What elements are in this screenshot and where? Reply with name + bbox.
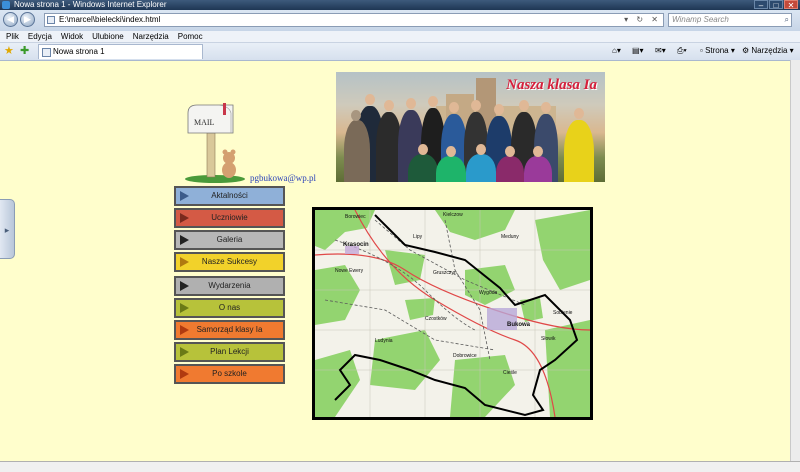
feeds-icon[interactable]: ▤▾ (632, 45, 644, 57)
tab-page-icon (42, 48, 51, 57)
svg-text:MAIL: MAIL (194, 118, 215, 127)
title-bar: Nowa strona 1 - Windows Internet Explore… (0, 0, 800, 10)
arrow-icon (180, 325, 189, 335)
status-bar (0, 461, 800, 472)
map-label: Gruszczyn (433, 270, 457, 276)
map-label: Cieśle (503, 370, 517, 376)
tab-label: Nowa strona 1 (53, 47, 105, 56)
close-button[interactable]: ✕ (784, 0, 798, 10)
window-controls: – □ ✕ (754, 0, 798, 10)
arrow-icon (180, 347, 189, 357)
page-menu-button[interactable]: ▫ Strona ▾ (700, 45, 735, 57)
tab-bar: ★ ✚ Nowa strona 1 ⌂▾ ▤▾ ✉▾ ⎙▾ ▫ Strona ▾… (0, 43, 800, 61)
map-label: Czostków (425, 316, 447, 322)
add-favorite-icon[interactable]: ✚ (20, 45, 29, 57)
menu-bar: Plik Edycja Widok Ulubione Narzędzia Pom… (0, 31, 800, 43)
tab-current[interactable]: Nowa strona 1 (38, 44, 203, 59)
search-icon[interactable]: ⌕ (785, 14, 789, 26)
mail-icon[interactable]: ✉▾ (655, 45, 666, 57)
arrow-icon (180, 303, 189, 313)
area-map: Borowiec Kielczow Meduny Krasocin Lipy N… (312, 207, 593, 420)
map-label: Ludynia (375, 338, 393, 344)
nav-menu: Aktalności Uczniowie Galeria Nasze Sukce… (174, 186, 285, 386)
menu-button-uczniowie[interactable]: Uczniowie (174, 208, 285, 228)
arrow-icon (180, 191, 189, 201)
menu-button-o-nas[interactable]: O nas (174, 298, 285, 318)
address-toolbar: ◀ ▶ E:\marcel\bielecki\index.html ▾ ↻ ✕ … (0, 10, 800, 31)
arrow-icon (180, 369, 189, 379)
menu-button-plan-lekcji[interactable]: Plan Lekcji (174, 342, 285, 362)
arrow-icon (180, 257, 189, 267)
address-url: E:\marcel\bielecki\index.html (59, 15, 161, 24)
map-label: Borowiec (345, 214, 366, 220)
menu-button-samorzad[interactable]: Samorząd klasy Ia (174, 320, 285, 340)
menu-button-galeria[interactable]: Galeria (174, 230, 285, 250)
map-label: Sobienie (553, 310, 573, 316)
arrow-icon (180, 213, 189, 223)
menu-button-nasze-sukcesy[interactable]: Nasze Sukcesy (174, 252, 285, 272)
map-label: Bukowa (507, 322, 531, 328)
menu-edycja[interactable]: Edycja (28, 31, 52, 42)
search-input[interactable]: Winamp Search ⌕ (668, 13, 792, 27)
vertical-scrollbar[interactable] (790, 60, 800, 461)
favorites-star-icon[interactable]: ★ (4, 45, 14, 57)
mailbox-graphic: MAIL (185, 103, 245, 183)
map-label: Nowe Ewery (335, 268, 364, 274)
refresh-stop-icons[interactable]: ▾ ↻ ✕ (624, 14, 661, 26)
minimize-button[interactable]: – (754, 0, 768, 10)
menu-plik[interactable]: Plik (6, 31, 19, 42)
map-label: Dobrowice (453, 353, 477, 359)
home-icon[interactable]: ⌂▾ (612, 45, 621, 57)
email-link[interactable]: pgbukowa@wp.pl (250, 173, 316, 183)
menu-widok[interactable]: Widok (61, 31, 83, 42)
back-button[interactable]: ◀ (3, 12, 18, 27)
menu-button-wydarzenia[interactable]: Wydarzenia (174, 276, 285, 296)
sidebar-toggle-handle[interactable]: ▸ (0, 199, 15, 259)
menu-pomoc[interactable]: Pomoc (178, 31, 203, 42)
search-placeholder: Winamp Search (672, 15, 729, 24)
map-label: Krasocin (343, 242, 369, 248)
maximize-button[interactable]: □ (769, 0, 783, 10)
class-photo: Nasza klasa Ia (336, 72, 605, 182)
menu-button-aktualnosci[interactable]: Aktalności (174, 186, 285, 206)
ie-icon (2, 1, 10, 9)
menu-narzedzia[interactable]: Narzędzia (133, 31, 169, 42)
menu-button-po-szkole[interactable]: Po szkole (174, 364, 285, 384)
map-label: Lipy (413, 234, 423, 240)
photo-title: Nasza klasa Ia (506, 77, 597, 93)
page-icon (47, 16, 55, 24)
window-title: Nowa strona 1 - Windows Internet Explore… (14, 0, 167, 9)
address-input[interactable]: E:\marcel\bielecki\index.html ▾ ↻ ✕ (44, 13, 664, 27)
map-label: Słowik (541, 336, 556, 342)
map-label: Kielczow (443, 212, 463, 218)
forward-button[interactable]: ▶ (20, 12, 35, 27)
map-label: Meduny (501, 234, 519, 240)
arrow-icon (180, 281, 189, 291)
print-icon[interactable]: ⎙▾ (677, 45, 687, 57)
menu-ulubione[interactable]: Ulubione (92, 31, 124, 42)
map-label: Wygoda (479, 290, 498, 296)
arrow-icon (180, 235, 189, 245)
tools-menu-button[interactable]: ⚙ Narzędzia ▾ (742, 45, 794, 57)
